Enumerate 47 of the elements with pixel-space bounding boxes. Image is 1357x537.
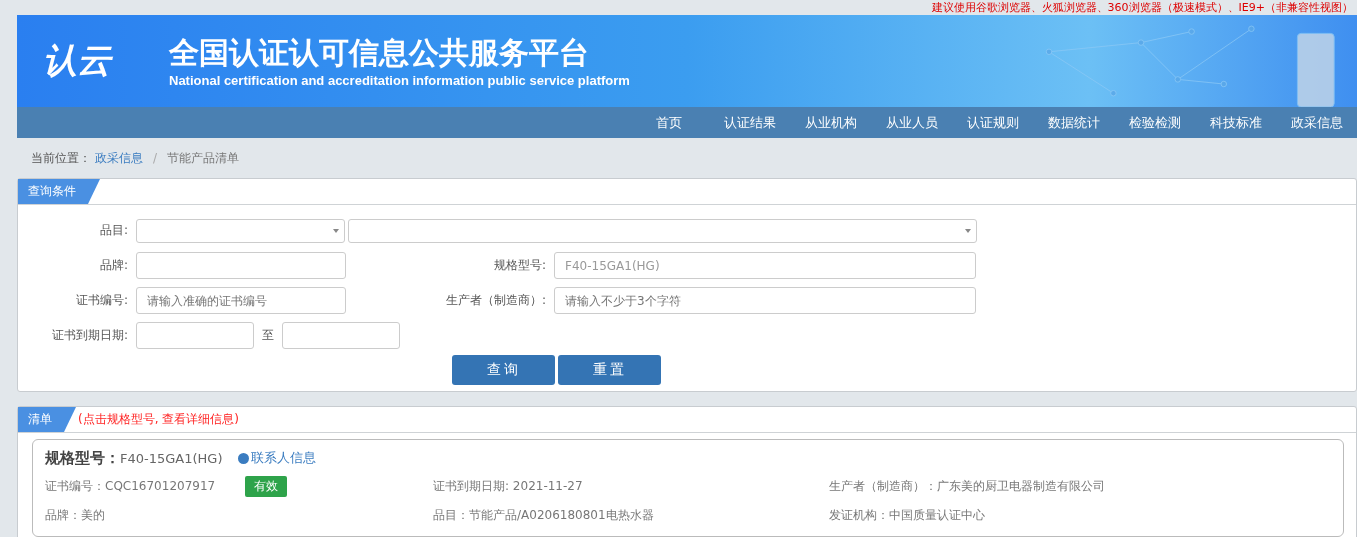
input-field[interactable]: 请输入不少于3个字符: [554, 287, 976, 314]
nav-tab[interactable]: 数据统计: [1033, 107, 1114, 138]
maker-text: 生产者（制造商）：广东美的厨卫电器制造有限公司: [829, 478, 1106, 495]
date-field[interactable]: [282, 322, 400, 349]
cert-number-text: 证书编号：CQC16701207917: [45, 478, 216, 495]
subcategory-select[interactable]: [348, 218, 977, 243]
list-hint: (点击规格型号, 查看详细信息): [78, 411, 239, 428]
issuer-text: 发证机构：中国质量认证中心: [829, 507, 986, 524]
nav-tab[interactable]: 认证结果: [709, 107, 790, 138]
field-label: 品目:: [98, 222, 129, 239]
contact-link[interactable]: 联系人信息: [238, 449, 317, 467]
caret-icon: [965, 228, 971, 233]
input-field[interactable]: 请输入准确的证书编号: [136, 287, 346, 314]
nav-tab[interactable]: 从业机构: [790, 107, 871, 138]
site-title: 全国认证认可信息公共服务平台: [169, 34, 590, 71]
category-text: 品目：节能产品/A0206180801电热水器: [433, 507, 655, 524]
nav-tab[interactable]: 从业人员: [871, 107, 952, 138]
nav-tab[interactable]: 认证规则: [952, 107, 1033, 138]
info-icon: [238, 452, 250, 464]
logo: 认云: [43, 39, 114, 82]
breadcrumb-current: 节能产品清单: [167, 149, 240, 167]
input-field[interactable]: F40-15GA1(HG): [554, 252, 976, 279]
site-subtitle: National certification and accreditation information public service platform: [169, 72, 630, 88]
form-button[interactable]: 重置: [558, 355, 661, 385]
date-field[interactable]: [136, 322, 254, 349]
breadcrumb-label: 当前位置：: [31, 149, 91, 167]
nav-tab[interactable]: 首页: [628, 107, 709, 138]
nav-tab[interactable]: 科技标准: [1195, 107, 1276, 138]
brand-text: 品牌：美的: [45, 507, 106, 524]
field-label: 规格型号:: [492, 257, 547, 274]
breadcrumb-link[interactable]: 政采信息: [95, 149, 143, 167]
nav-tab[interactable]: 政采信息: [1276, 107, 1357, 138]
input-field[interactable]: [136, 252, 346, 279]
field-label: 证书编号:: [74, 292, 129, 309]
breadcrumb-separator: /: [153, 151, 158, 165]
field-label: 品牌:: [98, 257, 129, 274]
field-label: 证书到期日期:: [50, 327, 129, 344]
range-separator: 至: [262, 327, 274, 344]
nav-tab[interactable]: 检验检测: [1114, 107, 1195, 138]
expiry-text: 证书到期日期: 2021-11-27: [433, 478, 584, 495]
form-button[interactable]: 查询: [452, 355, 555, 385]
category-select[interactable]: [136, 218, 345, 243]
model-link[interactable]: 规格型号：F40-15GA1(HG): [45, 448, 223, 468]
field-label: 生产者（制造商）:: [444, 292, 547, 309]
status-badge: 有效: [245, 476, 288, 497]
caret-icon: [333, 228, 339, 233]
browser-notice: 建议使用谷歌浏览器、火狐浏览器、360浏览器（极速模式）、IE9+（非兼容性视图）: [930, 0, 1354, 15]
